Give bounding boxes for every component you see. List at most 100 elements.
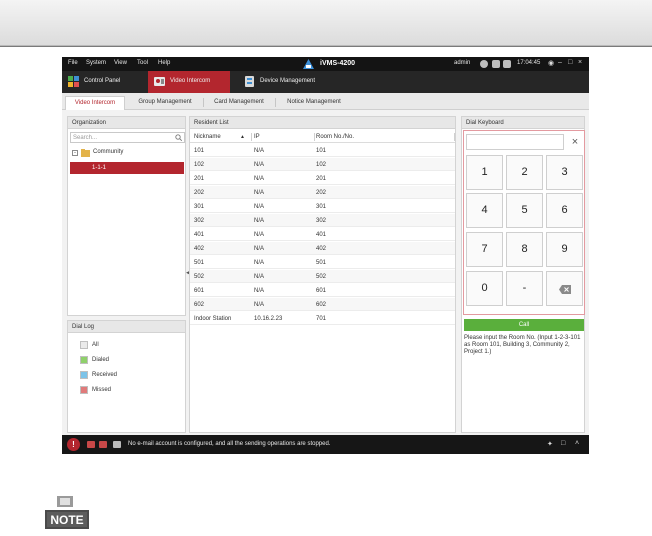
search-icon[interactable] bbox=[175, 134, 182, 141]
dial-log-panel: Dial Log All Dialed Received Missed bbox=[67, 320, 186, 433]
table-row[interactable]: 202 N/A 202 bbox=[190, 186, 455, 199]
call-button[interactable]: Call bbox=[464, 319, 584, 331]
note-icon: NOTE bbox=[45, 496, 89, 529]
clear-input-icon[interactable]: × bbox=[568, 135, 582, 149]
key-6[interactable]: 6 bbox=[546, 193, 583, 228]
table-row[interactable]: 201 N/A 201 bbox=[190, 172, 455, 185]
menu-tool[interactable]: Tool bbox=[137, 60, 148, 66]
tab-notice-management[interactable]: Notice Management bbox=[276, 96, 352, 110]
cell-nickname: 401 bbox=[194, 232, 205, 238]
table-row[interactable]: 401 N/A 401 bbox=[190, 228, 455, 241]
speaker-mute-icon[interactable] bbox=[113, 441, 121, 448]
module-video-intercom[interactable]: Video Intercom bbox=[148, 71, 230, 93]
cell-nickname: 602 bbox=[194, 302, 205, 308]
svg-text:NOTE: NOTE bbox=[50, 513, 83, 527]
expand-up-icon[interactable]: ˄ bbox=[575, 440, 579, 447]
column-header-room[interactable]: Room No./No. bbox=[316, 134, 354, 140]
dial-log-title: Dial Log bbox=[68, 321, 185, 333]
cell-room: 701 bbox=[316, 316, 327, 322]
cell-room: 401 bbox=[316, 232, 327, 238]
key-8[interactable]: 8 bbox=[506, 232, 543, 267]
module-control-panel[interactable]: Control Panel bbox=[62, 71, 146, 93]
header-rule bbox=[0, 46, 652, 47]
cell-ip: N/A bbox=[254, 274, 265, 280]
all-calls-icon bbox=[80, 341, 88, 349]
maximize-icon[interactable]: □ bbox=[568, 59, 572, 66]
module-bar: Control Panel Video Intercom Device Mana… bbox=[62, 71, 589, 93]
organization-title: Organization bbox=[68, 117, 185, 129]
key-1[interactable]: 1 bbox=[466, 155, 503, 190]
tab-card-management[interactable]: Card Management bbox=[204, 96, 274, 110]
video-intercom-icon bbox=[154, 77, 165, 86]
table-row[interactable]: 301 N/A 301 bbox=[190, 200, 455, 213]
community-folder-icon bbox=[81, 149, 90, 157]
dial-keyboard-panel: Dial Keyboard × 1 2 3 4 5 6 7 8 9 0 - Ca… bbox=[461, 116, 585, 433]
key-0[interactable]: 0 bbox=[466, 271, 503, 306]
tree-item-community[interactable]: - Community bbox=[70, 148, 170, 159]
cell-nickname: Indoor Station bbox=[194, 316, 232, 322]
backspace-key[interactable] bbox=[546, 271, 583, 306]
menu-system[interactable]: System bbox=[86, 60, 106, 66]
tab-group-management[interactable]: Group Management bbox=[128, 96, 202, 110]
menu-file[interactable]: File bbox=[68, 60, 78, 66]
received-call-icon bbox=[80, 371, 88, 379]
column-header-nickname[interactable]: Nickname bbox=[194, 134, 221, 140]
table-row[interactable]: 302 N/A 302 bbox=[190, 214, 455, 227]
cpu-monitor-icon[interactable] bbox=[492, 60, 500, 68]
column-divider bbox=[251, 133, 252, 141]
organization-panel: Organization Search... - Community 1-1-1 bbox=[67, 116, 186, 316]
cell-nickname: 201 bbox=[194, 176, 205, 182]
table-row[interactable]: Indoor Station 10.16.2.23 701 bbox=[190, 312, 455, 325]
table-row[interactable]: 101 N/A 101 bbox=[190, 144, 455, 157]
lock-icon[interactable]: ◉ bbox=[548, 59, 554, 67]
key-5[interactable]: 5 bbox=[506, 193, 543, 228]
table-row[interactable]: 402 N/A 402 bbox=[190, 242, 455, 255]
cell-room: 601 bbox=[316, 288, 327, 294]
window-icon[interactable]: □ bbox=[561, 440, 565, 447]
missed-call-icon bbox=[80, 386, 88, 394]
close-icon[interactable]: × bbox=[578, 59, 582, 66]
calendar-icon[interactable] bbox=[503, 60, 511, 68]
table-row[interactable]: 601 N/A 601 bbox=[190, 284, 455, 297]
minimize-icon[interactable]: – bbox=[558, 59, 562, 66]
key-3[interactable]: 3 bbox=[546, 155, 583, 190]
collapse-icon[interactable]: - bbox=[72, 150, 78, 156]
tree-item-selected[interactable]: 1-1-1 bbox=[70, 162, 184, 174]
table-row[interactable]: 102 N/A 102 bbox=[190, 158, 455, 171]
tab-video-intercom[interactable]: Video Intercom bbox=[65, 96, 125, 110]
event-icon[interactable] bbox=[99, 441, 107, 448]
dialed-call-icon bbox=[80, 356, 88, 364]
user-alert-icon[interactable] bbox=[87, 441, 95, 448]
menu-view[interactable]: View bbox=[114, 60, 127, 66]
log-filter-label: Dialed bbox=[92, 357, 110, 363]
cell-ip: N/A bbox=[254, 218, 265, 224]
module-label: Video Intercom bbox=[170, 78, 211, 84]
key-4[interactable]: 4 bbox=[466, 193, 503, 228]
dial-hint-text: Please input the Room No. (Input 1-2-3-1… bbox=[464, 335, 581, 355]
cell-ip: N/A bbox=[254, 204, 265, 210]
sort-ascending-icon[interactable]: ▲ bbox=[240, 134, 245, 140]
lock-status-icon[interactable] bbox=[480, 60, 488, 68]
key-9[interactable]: 9 bbox=[546, 232, 583, 267]
key-7[interactable]: 7 bbox=[466, 232, 503, 267]
key-dash[interactable]: - bbox=[506, 271, 543, 306]
table-row[interactable]: 502 N/A 502 bbox=[190, 270, 455, 283]
dial-number-input[interactable] bbox=[466, 134, 564, 150]
table-row[interactable]: 501 N/A 501 bbox=[190, 256, 455, 269]
dial-keyboard-title: Dial Keyboard bbox=[462, 117, 584, 129]
column-header-ip[interactable]: IP bbox=[254, 134, 260, 140]
module-device-management[interactable]: Device Management bbox=[238, 71, 348, 93]
search-input[interactable]: Search... bbox=[70, 132, 185, 143]
cell-room: 102 bbox=[316, 162, 327, 168]
table-header: Nickname ▲ IP Room No./No. bbox=[190, 130, 455, 143]
table-row[interactable]: 602 N/A 602 bbox=[190, 298, 455, 311]
alarm-icon[interactable]: ! bbox=[67, 438, 80, 451]
key-2[interactable]: 2 bbox=[506, 155, 543, 190]
cell-room: 301 bbox=[316, 204, 327, 210]
pin-icon[interactable]: ✦ bbox=[547, 440, 553, 448]
menu-help[interactable]: Help bbox=[158, 60, 170, 66]
cell-room: 602 bbox=[316, 302, 327, 308]
cell-nickname: 202 bbox=[194, 190, 205, 196]
dial-pad: × 1 2 3 4 5 6 7 8 9 0 - bbox=[463, 130, 585, 315]
cell-ip: N/A bbox=[254, 190, 265, 196]
